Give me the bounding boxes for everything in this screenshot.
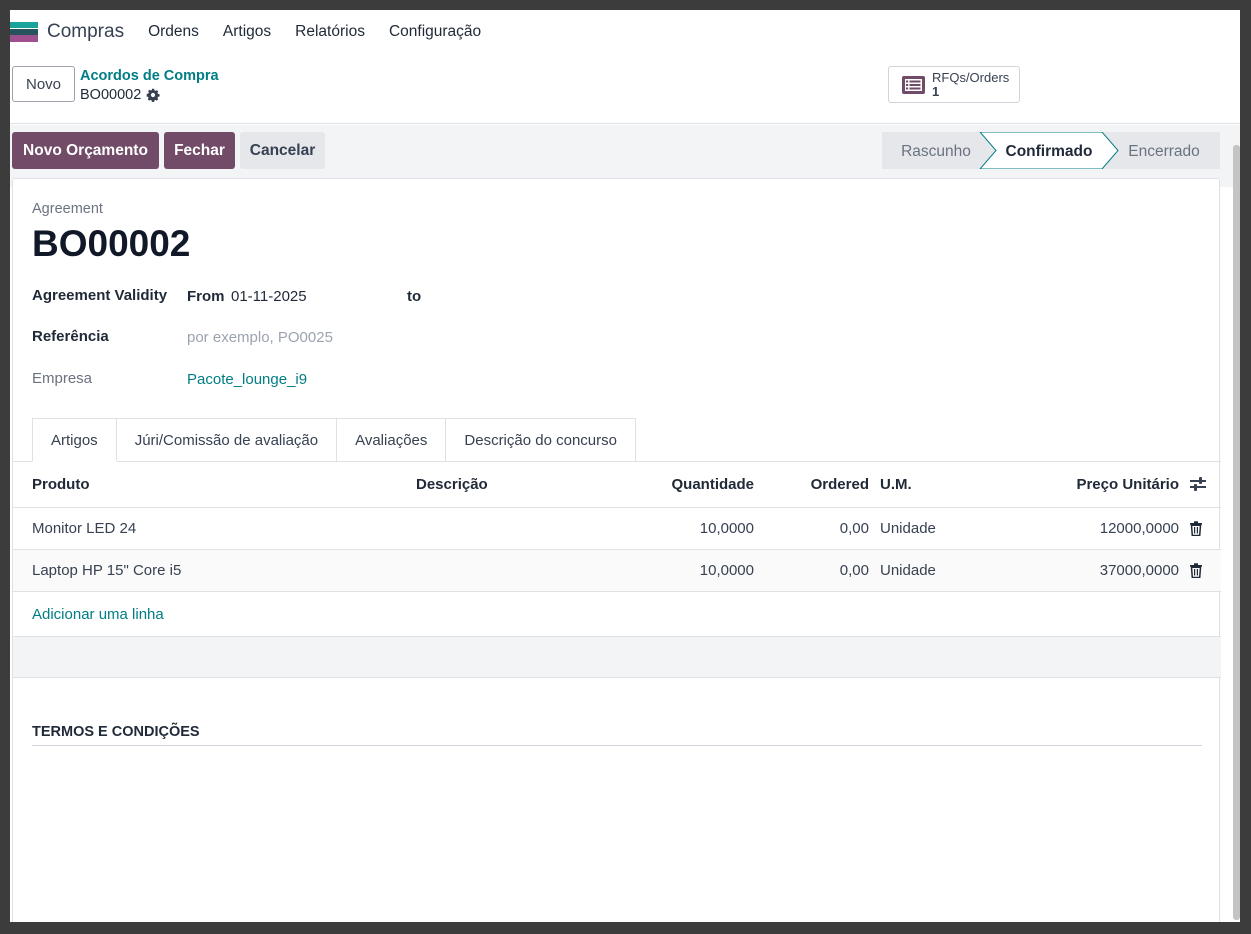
stage-rascunho[interactable]: Rascunho: [901, 143, 971, 160]
new-button[interactable]: Novo: [12, 66, 75, 102]
company-label: Empresa: [32, 370, 93, 387]
tab-artigos[interactable]: Artigos: [32, 418, 117, 462]
list-icon: [902, 75, 925, 94]
new-quotation-button[interactable]: Novo Orçamento: [12, 132, 159, 169]
reference-input[interactable]: por exemplo, PO0025: [187, 329, 333, 346]
reference-label: Referência: [32, 328, 109, 345]
gear-icon[interactable]: [146, 88, 160, 102]
col-quantidade[interactable]: Quantidade: [576, 462, 754, 508]
tab-juri[interactable]: Júri/Comissão de avaliação: [116, 418, 338, 462]
smart-button-label: RFQs/Orders: [932, 69, 1010, 85]
tab-avaliacoes[interactable]: Avaliações: [337, 418, 447, 462]
product-lines-table: Produto Descrição Quantidade Ordered U.M…: [13, 462, 1221, 592]
col-um[interactable]: U.M.: [869, 462, 989, 508]
stage-encerrado[interactable]: Encerrado: [1128, 143, 1200, 160]
cell-description[interactable]: [416, 507, 576, 550]
col-descricao[interactable]: Descrição: [416, 462, 576, 508]
menu-configuracao[interactable]: Configuração: [389, 23, 481, 41]
rfqs-orders-smart-button[interactable]: RFQs/Orders 1: [888, 66, 1020, 103]
cell-uom[interactable]: Unidade: [869, 507, 989, 550]
to-date-field[interactable]: [433, 283, 593, 307]
col-preco-unitario[interactable]: Preço Unitário: [989, 462, 1179, 508]
menu-ordens[interactable]: Ordens: [148, 23, 199, 41]
purchase-app-icon[interactable]: [10, 22, 38, 42]
breadcrumb-current: BO00002: [80, 87, 160, 103]
stage-pipeline: Rascunho Confirmado Encerrado: [882, 132, 1220, 169]
cell-product[interactable]: Laptop HP 15" Core i5: [13, 549, 416, 592]
app-name[interactable]: Compras: [47, 21, 124, 43]
cell-description[interactable]: [416, 549, 576, 592]
stage-confirmado[interactable]: Confirmado: [1006, 143, 1093, 160]
cell-ordered: 0,00: [754, 549, 869, 592]
tab-descricao-concurso[interactable]: Descrição do concurso: [446, 418, 636, 462]
cell-uom[interactable]: Unidade: [869, 549, 989, 592]
cell-ordered: 0,00: [754, 507, 869, 550]
add-line-link[interactable]: Adicionar uma linha: [32, 606, 164, 623]
col-produto[interactable]: Produto: [13, 462, 416, 508]
scrollbar[interactable]: [1233, 145, 1240, 920]
notebook-tabs: Artigos Júri/Comissão de avaliação Avali…: [32, 418, 636, 463]
control-panel: Novo Acordos de Compra BO00002 RFQs/Orde…: [10, 54, 1240, 124]
table-row[interactable]: Monitor LED 24 10,0000 0,00 Unidade 1200…: [13, 507, 1221, 550]
smart-button-count: 1: [932, 83, 940, 99]
from-label: From: [187, 288, 225, 305]
col-ordered[interactable]: Ordered: [754, 462, 869, 508]
from-date-field[interactable]: 01-11-2025: [231, 288, 307, 305]
app-window: Compras Ordens Artigos Relatórios Config…: [10, 10, 1240, 922]
breadcrumb-link[interactable]: Acordos de Compra: [80, 68, 219, 84]
record-name: BO00002: [80, 87, 142, 103]
record-title: BO00002: [32, 223, 191, 264]
to-label: to: [407, 288, 422, 305]
validity-label: Agreement Validity: [32, 287, 168, 304]
close-button[interactable]: Fechar: [164, 132, 235, 169]
cell-price[interactable]: 37000,0000: [989, 549, 1179, 592]
menu-relatorios[interactable]: Relatórios: [295, 23, 365, 41]
cell-price[interactable]: 12000,0000: [989, 507, 1179, 550]
cell-quantity[interactable]: 10,0000: [576, 549, 754, 592]
cell-product[interactable]: Monitor LED 24: [13, 507, 416, 550]
top-navbar: Compras Ordens Artigos Relatórios Config…: [10, 10, 1240, 54]
terms-heading: TERMOS E CONDIÇÕES: [32, 724, 200, 740]
terms-divider: [32, 745, 1202, 746]
agreement-label: Agreement: [32, 201, 103, 217]
form-sheet: Agreement BO00002 Agreement Validity Fro…: [12, 178, 1221, 922]
table-row[interactable]: Laptop HP 15" Core i5 10,0000 0,00 Unida…: [13, 549, 1221, 592]
optional-columns-icon[interactable]: [1189, 476, 1207, 492]
cancel-button[interactable]: Cancelar: [240, 132, 325, 169]
cell-quantity[interactable]: 10,0000: [576, 507, 754, 550]
company-link[interactable]: Pacote_lounge_i9: [187, 371, 307, 388]
menu-artigos[interactable]: Artigos: [223, 23, 271, 41]
trash-icon[interactable]: [1189, 562, 1203, 578]
lines-footer: [13, 636, 1221, 678]
trash-icon[interactable]: [1189, 520, 1203, 536]
